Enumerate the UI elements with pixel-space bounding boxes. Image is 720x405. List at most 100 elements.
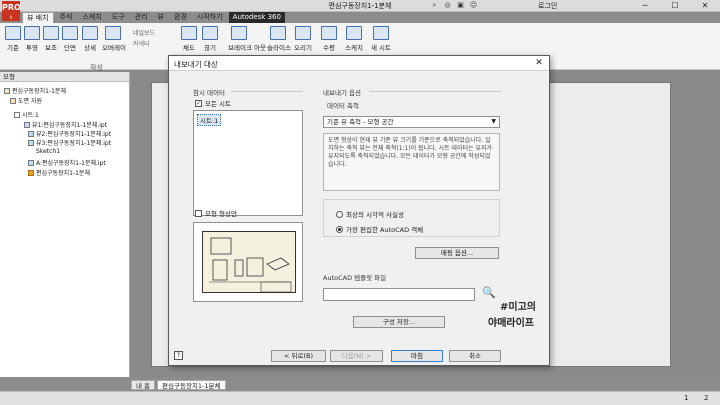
horizontal-button[interactable]: 수평	[318, 26, 340, 52]
tree-item-part[interactable]: 편심구동장치1-1분체	[28, 168, 90, 177]
visual-fidelity-label: 최상의 시각적 사실성	[346, 211, 404, 219]
user-icon[interactable]: ☺	[469, 1, 478, 10]
search-icon[interactable]: ⌕	[430, 1, 439, 10]
tree-item-view2[interactable]: 뷰2:편심구동장치1-1분체.ipt	[28, 129, 111, 138]
sketch-button[interactable]: 스케치	[343, 26, 365, 52]
tab-my-home[interactable]: 내 홈	[131, 379, 156, 390]
window-controls: ─ ☐ ✕	[630, 0, 720, 12]
view-icon	[28, 159, 34, 166]
slice-button[interactable]: 슬라이스	[267, 26, 291, 52]
list-item[interactable]: 시트:1	[197, 114, 222, 126]
tree-label: A:편심구동장치1-1분체.ipt	[36, 160, 106, 167]
new-sheet-label: 새 시트	[370, 44, 391, 52]
new-sheet-icon	[373, 26, 389, 40]
crop-icon	[295, 26, 311, 40]
maximize-button[interactable]: ☐	[660, 0, 690, 12]
checkbox-box	[195, 209, 202, 217]
break-icon	[202, 26, 218, 40]
sheet-preview	[193, 222, 303, 302]
nailboard-item[interactable]: 네일보드	[133, 28, 155, 37]
export-options-section-label: 내보내기 옵션	[323, 89, 361, 97]
export-mode-group: 최상의 시각적 사실성 가장 편집한 AutoCAD 객체	[323, 199, 500, 237]
tree-item-drawing[interactable]: 편심구동장치1-1분체	[4, 86, 66, 95]
tree-item-sketch[interactable]: Sketch1	[36, 148, 60, 155]
overlay-button[interactable]: 오버레이	[102, 26, 126, 52]
tree-label: Sketch1	[36, 148, 61, 155]
tab-document[interactable]: 편심구동장치1-1분체	[157, 379, 226, 390]
tab-manage[interactable]: 관리	[131, 12, 152, 23]
watermark-line-1: #미고의	[500, 302, 536, 313]
projected-view-icon	[24, 26, 40, 40]
tab-sketch[interactable]: 스케치	[78, 12, 105, 23]
back-button[interactable]: < 뒤로(B)	[271, 350, 326, 362]
document-title: 편심구동장치1-1분체	[328, 2, 392, 10]
finish-button[interactable]: 마침	[391, 350, 443, 362]
help-button[interactable]: ?	[174, 351, 183, 360]
connector-item[interactable]: 커넥터	[133, 39, 150, 48]
cart-icon[interactable]: ▣	[456, 1, 465, 10]
binoculars-icon[interactable]: ◎	[443, 1, 452, 10]
tree-label: 편심구동장치1-1분체	[36, 170, 90, 177]
checkbox-box: ✓	[195, 99, 202, 107]
template-file-input[interactable]	[323, 288, 475, 301]
view-icon	[28, 139, 34, 146]
close-button[interactable]: ✕	[690, 0, 720, 12]
radio-circle	[336, 210, 343, 218]
tree-item-sheet[interactable]: 시트:1	[14, 110, 39, 119]
sketch-label: 스케치	[345, 44, 363, 52]
model-geometry-checkbox[interactable]: 모형 형상만	[195, 208, 237, 218]
tab-get-started[interactable]: 시작하기	[193, 12, 227, 23]
save-config-button[interactable]: 구성 저장...	[353, 316, 445, 328]
tree-item-view3[interactable]: 뷰3:편심구동장치1-1분체.ipt	[28, 138, 111, 147]
tab-view[interactable]: 뷰	[154, 12, 168, 23]
overlay-icon	[105, 26, 121, 40]
tab-tools[interactable]: 도구	[108, 12, 129, 23]
login-link[interactable]: 로그인	[538, 1, 557, 11]
tree-label: 도면 자원	[18, 98, 42, 105]
fill-button[interactable]: 채도	[178, 26, 200, 52]
template-file-label: AutoCAD 템플릿 파일	[323, 274, 387, 282]
folder-icon	[10, 97, 16, 104]
dialog-title: 내보내기 대상	[174, 60, 218, 69]
tree-label: 편심구동장치1-1분체	[12, 88, 66, 95]
visual-fidelity-radio[interactable]: 최상의 시각적 사실성	[336, 209, 404, 219]
section-view-icon	[62, 26, 78, 40]
section-view-button[interactable]: 단면	[59, 26, 81, 52]
browser-header[interactable]: 모형	[0, 72, 129, 82]
break-out-label: 브레이크 아웃	[228, 44, 266, 52]
radio-circle	[336, 225, 343, 233]
autocad-objects-label: 가장 편집한 AutoCAD 객체	[346, 226, 424, 234]
title-toolbar: ⌕ ◎ ▣ ☺	[430, 1, 478, 10]
tree-item-view-a[interactable]: A:편심구동장치1-1분체.ipt	[28, 158, 106, 167]
mapping-options-button[interactable]: 매핑 옵션...	[415, 247, 499, 259]
minimize-button[interactable]: ─	[630, 0, 660, 12]
horizontal-icon	[321, 26, 337, 40]
preview-drawing-icon	[209, 237, 292, 293]
dialog-titlebar: 내보내기 대상 ✕	[169, 56, 549, 71]
tab-annotate[interactable]: 주석	[56, 12, 77, 23]
all-sheets-checkbox[interactable]: ✓ 모든 시트	[195, 98, 231, 108]
cancel-button[interactable]: 취소	[449, 350, 501, 362]
fill-label: 채도	[183, 44, 195, 52]
tab-environment[interactable]: 환경	[170, 12, 191, 23]
detail-view-label: 상세	[84, 44, 96, 52]
slice-label: 슬라이스	[267, 44, 291, 52]
section-divider	[231, 91, 303, 92]
sheet-list[interactable]: 시트:1	[193, 110, 303, 216]
break-label: 끊기	[204, 44, 216, 52]
tree-item-resources[interactable]: 도면 자원	[10, 96, 42, 105]
break-out-button[interactable]: 브레이크 아웃	[228, 26, 266, 52]
tab-layout[interactable]: 뷰 배치	[22, 12, 54, 23]
tab-autodesk-360[interactable]: Autodesk 360	[228, 12, 285, 23]
autocad-objects-radio[interactable]: 가장 편집한 AutoCAD 객체	[336, 224, 423, 234]
crop-button[interactable]: 오리기	[292, 26, 314, 52]
sheet-data-section-label: 참시 데이터	[193, 89, 225, 97]
break-button[interactable]: 끊기	[199, 26, 221, 52]
dialog-close-button[interactable]: ✕	[533, 58, 545, 68]
sheet-icon	[14, 111, 20, 118]
tree-item-view1[interactable]: 뷰1:편심구동장치1-1분체.ipt	[24, 120, 107, 129]
scale-dropdown[interactable]: 기준 뷰 축척 - 모형 공간 ▼	[323, 116, 500, 128]
detail-view-button[interactable]: 상세	[79, 26, 101, 52]
new-sheet-button[interactable]: 새 시트	[370, 26, 392, 52]
document-tabs: 내 홈 편심구동장치1-1분체	[131, 379, 226, 390]
